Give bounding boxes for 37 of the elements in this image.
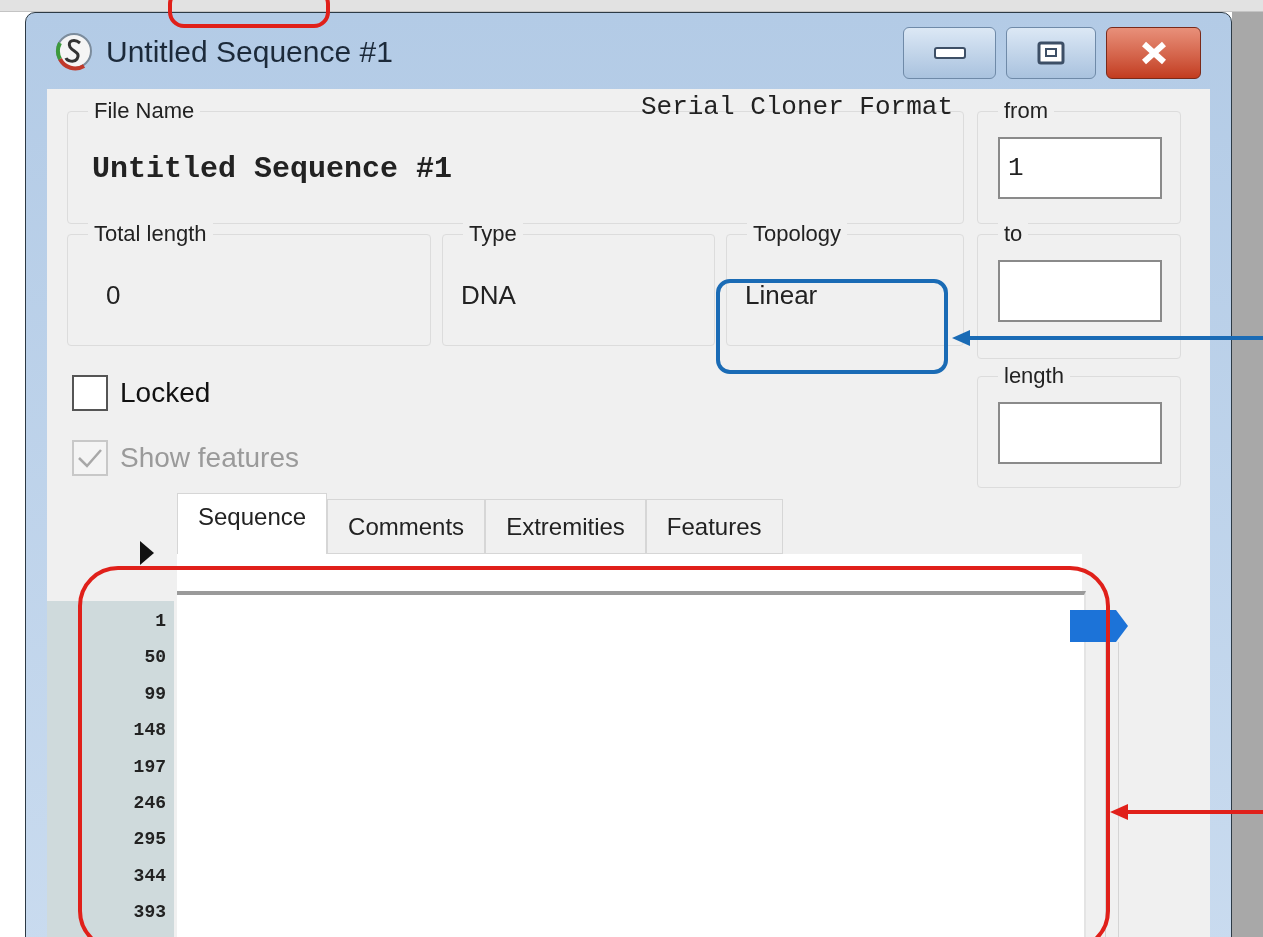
line-number: 246 — [133, 792, 166, 816]
line-number: 99 — [144, 682, 166, 706]
tab[interactable]: Features — [645, 499, 783, 554]
info-value: DNA — [461, 279, 516, 312]
tab[interactable]: Sequence — [177, 493, 328, 554]
text-field[interactable] — [998, 260, 1162, 322]
checkbox-label: Show features — [120, 441, 299, 475]
line-number: 197 — [133, 755, 166, 779]
app-logo-icon — [54, 31, 94, 71]
tab[interactable]: Comments — [327, 499, 486, 554]
line-number: 344 — [133, 864, 166, 888]
close-button[interactable] — [1106, 27, 1201, 79]
text-field[interactable] — [998, 402, 1162, 464]
position-marker-icon — [1070, 610, 1128, 642]
checkmark-icon — [77, 447, 103, 469]
line-number: 50 — [144, 646, 166, 670]
line-number: 148 — [133, 719, 166, 743]
window-title: Untitled Sequence #1 — [106, 33, 393, 70]
text-field[interactable]: 1 — [998, 137, 1162, 199]
maximize-button[interactable] — [1006, 27, 1096, 79]
line-number: 393 — [133, 901, 166, 925]
format-label: Serial Cloner Format — [640, 93, 953, 121]
line-number: 295 — [133, 828, 166, 852]
info-value: 0 — [106, 279, 121, 312]
checkbox[interactable] — [72, 375, 108, 411]
info-value: Linear — [745, 279, 818, 312]
file-name-value: Untitled Sequence #1 — [92, 151, 453, 188]
line-number: 1 — [155, 610, 166, 633]
row-pointer-icon — [140, 541, 154, 565]
group-label: Topology — [747, 220, 848, 248]
group-label: Total length — [88, 220, 213, 248]
minimize-button[interactable] — [903, 27, 996, 79]
minimize-icon — [933, 47, 966, 59]
maximize-icon — [1037, 41, 1065, 65]
group-label: Type — [463, 220, 523, 248]
tab[interactable]: Extremities — [485, 499, 646, 554]
checkbox-label: Locked — [120, 376, 211, 410]
